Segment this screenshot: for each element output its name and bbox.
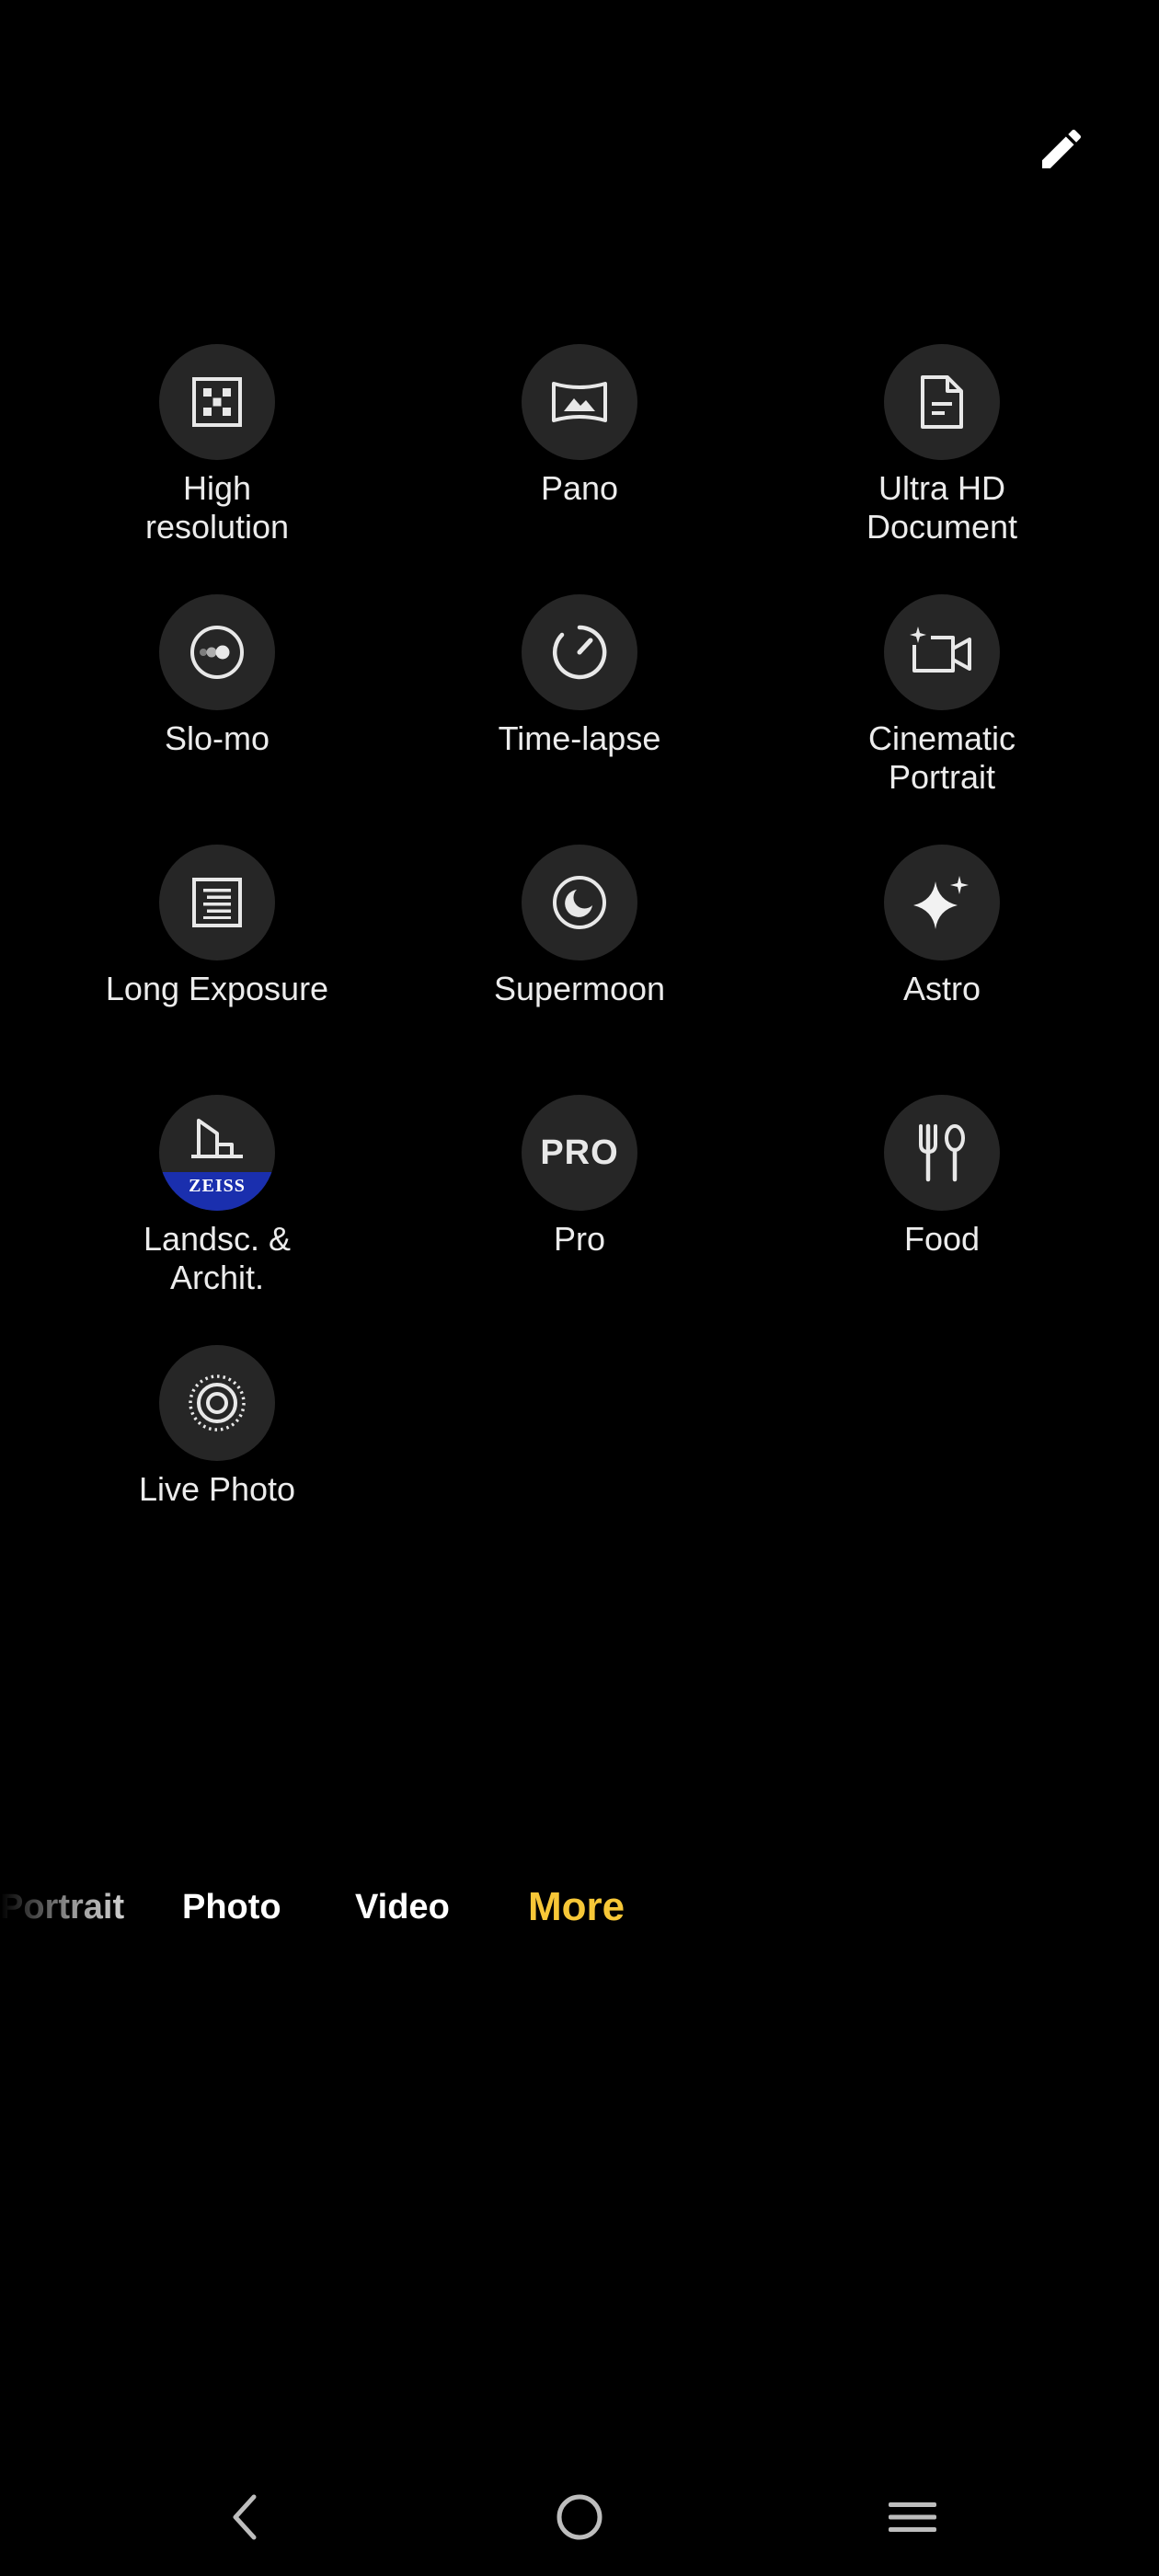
mode-label: Live Photo [138, 1470, 296, 1508]
nav-home-button[interactable] [543, 2484, 616, 2550]
mode-tab-portrait[interactable]: Portrait [0, 1875, 124, 1939]
mode-label: Food [903, 1220, 981, 1258]
mode-tab-video[interactable]: Video [355, 1875, 450, 1939]
mode-label: Pro [553, 1220, 606, 1258]
pencil-icon [1042, 129, 1082, 168]
mode-supermoon[interactable]: Supermoon [442, 845, 717, 1065]
mode-label: Ultra HD Document [866, 469, 1018, 546]
mode-pro[interactable]: PRO Pro [442, 1095, 717, 1316]
mode-label: Long Exposure [105, 970, 329, 1007]
back-chevron-icon [233, 2494, 257, 2540]
mode-label: Astro [902, 970, 981, 1007]
mode-label: Slo-mo [164, 719, 270, 757]
mode-pano[interactable]: Pano [442, 344, 717, 565]
panorama-icon [522, 344, 637, 460]
mode-tab-photo[interactable]: Photo [182, 1875, 281, 1939]
mode-landscape-architecture[interactable]: ZEISS Landsc. & Archit. [79, 1095, 355, 1316]
camera-mode-bar: Portrait Photo Video More [0, 1875, 1159, 1939]
building-icon: ZEISS [159, 1095, 275, 1211]
home-circle-icon [557, 2494, 602, 2540]
mode-slo-mo[interactable]: Slo-mo [79, 594, 355, 815]
moon-icon [522, 845, 637, 960]
slow-motion-icon [159, 594, 275, 710]
mode-label: Supermoon [493, 970, 666, 1007]
timer-icon [522, 594, 637, 710]
mode-live-photo[interactable]: Live Photo [79, 1345, 355, 1566]
high-resolution-icon [159, 344, 275, 460]
document-icon [884, 344, 1000, 460]
mode-label: High resolution [144, 469, 290, 546]
mode-high-resolution[interactable]: High resolution [79, 344, 355, 565]
edit-button[interactable] [1027, 114, 1096, 184]
mode-food[interactable]: Food [804, 1095, 1080, 1316]
mode-label: Time-lapse [498, 719, 661, 757]
fork-spoon-icon [884, 1095, 1000, 1211]
mode-ultra-hd-document[interactable]: Ultra HD Document [804, 344, 1080, 565]
video-camera-icon [884, 594, 1000, 710]
mode-label: Pano [540, 469, 619, 507]
nav-back-button[interactable] [208, 2484, 281, 2550]
sparkle-icon [884, 845, 1000, 960]
zeiss-logo: ZEISS [159, 1172, 275, 1211]
menu-icon [889, 2502, 936, 2532]
long-exposure-icon [159, 845, 275, 960]
nav-menu-button[interactable] [876, 2484, 949, 2550]
mode-label: Landsc. & Archit. [143, 1220, 292, 1296]
mode-tab-more[interactable]: More [528, 1875, 625, 1939]
mode-label: Cinematic Portrait [867, 719, 1016, 796]
mode-astro[interactable]: Astro [804, 845, 1080, 1065]
mode-cinematic-portrait[interactable]: Cinematic Portrait [804, 594, 1080, 815]
live-photo-icon [159, 1345, 275, 1461]
mode-time-lapse[interactable]: Time-lapse [442, 594, 717, 815]
pro-icon: PRO [522, 1095, 637, 1211]
mode-long-exposure[interactable]: Long Exposure [79, 845, 355, 1065]
